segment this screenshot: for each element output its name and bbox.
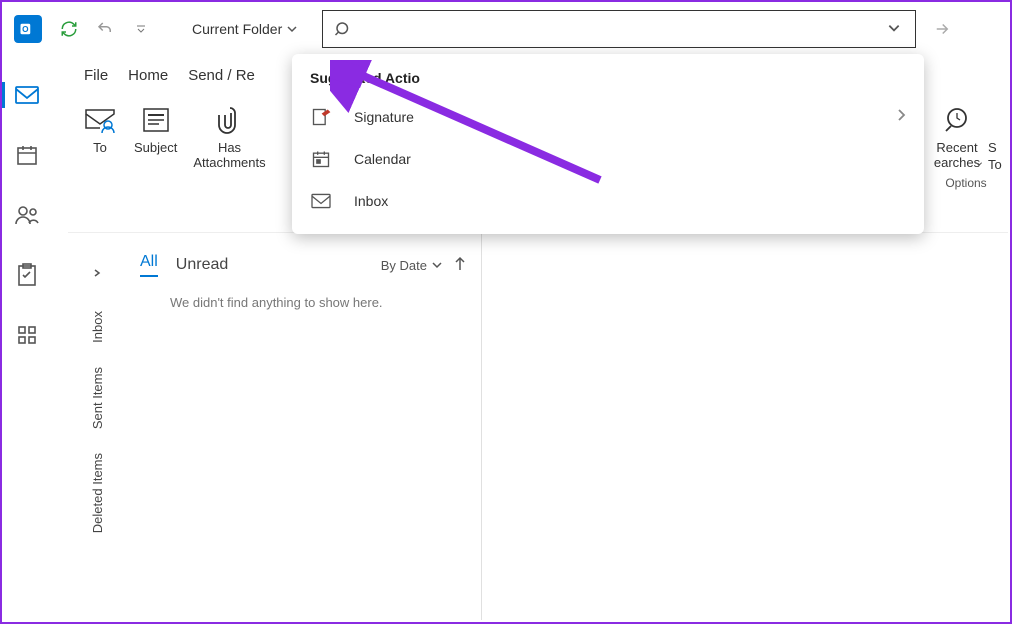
sort-direction-button[interactable] — [453, 256, 467, 275]
calendar-icon — [310, 148, 332, 170]
folder-inbox[interactable]: Inbox — [90, 311, 105, 343]
tab-send-receive[interactable]: Send / Re — [188, 67, 255, 84]
suggestion-label: Inbox — [354, 193, 388, 209]
suggestion-label: Calendar — [354, 151, 411, 167]
folder-sent-items[interactable]: Sent Items — [90, 367, 105, 429]
recent-search-icon — [939, 104, 975, 136]
subject-icon — [138, 104, 174, 136]
search-suggestions-panel: Suggested Actio Signature Calendar Inbox — [292, 54, 924, 234]
folder-deleted-items[interactable]: Deleted Items — [90, 453, 105, 533]
suggestion-inbox[interactable]: Inbox — [292, 180, 924, 222]
customize-qat-icon[interactable] — [126, 14, 156, 44]
suggestion-calendar[interactable]: Calendar — [292, 138, 924, 180]
suggestion-signature[interactable]: Signature — [292, 96, 924, 138]
search-go-button[interactable] — [924, 11, 960, 47]
empty-list-message: We didn't find anything to show here. — [140, 295, 467, 310]
ribbon-search-tools-button[interactable]: S To — [988, 104, 1002, 172]
svg-text:O: O — [22, 25, 29, 34]
chevron-down-icon — [286, 23, 298, 35]
reading-pane — [482, 233, 1008, 620]
chevron-right-icon — [896, 108, 906, 127]
suggestions-header: Suggested Actio — [292, 70, 924, 96]
ribbon-options-label: Options — [945, 172, 986, 190]
ribbon-to-button[interactable]: To — [82, 104, 118, 155]
sort-label: By Date — [381, 258, 427, 273]
filter-tab-unread[interactable]: Unread — [176, 256, 228, 274]
inbox-icon — [310, 190, 332, 212]
attachment-icon — [212, 104, 248, 136]
rail-todo[interactable] — [2, 256, 52, 294]
filter-tab-all[interactable]: All — [140, 253, 158, 277]
arrow-up-icon — [453, 256, 467, 272]
search-input[interactable] — [353, 21, 883, 37]
expand-folder-pane[interactable] — [83, 259, 111, 287]
ribbon-subject-label: Subject — [134, 140, 177, 155]
chevron-down-icon — [974, 160, 984, 168]
refresh-icon[interactable] — [54, 14, 84, 44]
search-icon — [333, 20, 353, 38]
signature-icon — [310, 106, 332, 128]
ribbon-subject-button[interactable]: Subject — [134, 104, 177, 155]
undo-icon[interactable] — [90, 14, 120, 44]
tab-home[interactable]: Home — [128, 67, 168, 84]
ribbon-recent-searches-button[interactable]: Recent earches — [930, 104, 984, 172]
tab-file[interactable]: File — [84, 67, 108, 84]
search-box[interactable] — [322, 10, 916, 48]
search-scope-label: Current Folder — [192, 21, 282, 37]
tools-icon — [988, 104, 1002, 136]
ribbon-to-label: To — [93, 140, 107, 155]
ribbon-attachments-button[interactable]: Has Attachments — [193, 104, 265, 170]
search-scope-dropdown[interactable]: Current Folder — [180, 10, 310, 48]
ribbon-attachments-label: Has Attachments — [193, 140, 265, 170]
envelope-person-icon — [82, 104, 118, 136]
rail-apps[interactable] — [2, 316, 52, 354]
chevron-down-icon — [431, 259, 443, 271]
search-options-chevron[interactable] — [883, 21, 905, 38]
rail-calendar[interactable] — [2, 136, 52, 174]
suggestion-label: Signature — [354, 109, 414, 125]
rail-people[interactable] — [2, 196, 52, 234]
sort-by-date[interactable]: By Date — [381, 258, 443, 273]
outlook-logo: O — [14, 15, 42, 43]
